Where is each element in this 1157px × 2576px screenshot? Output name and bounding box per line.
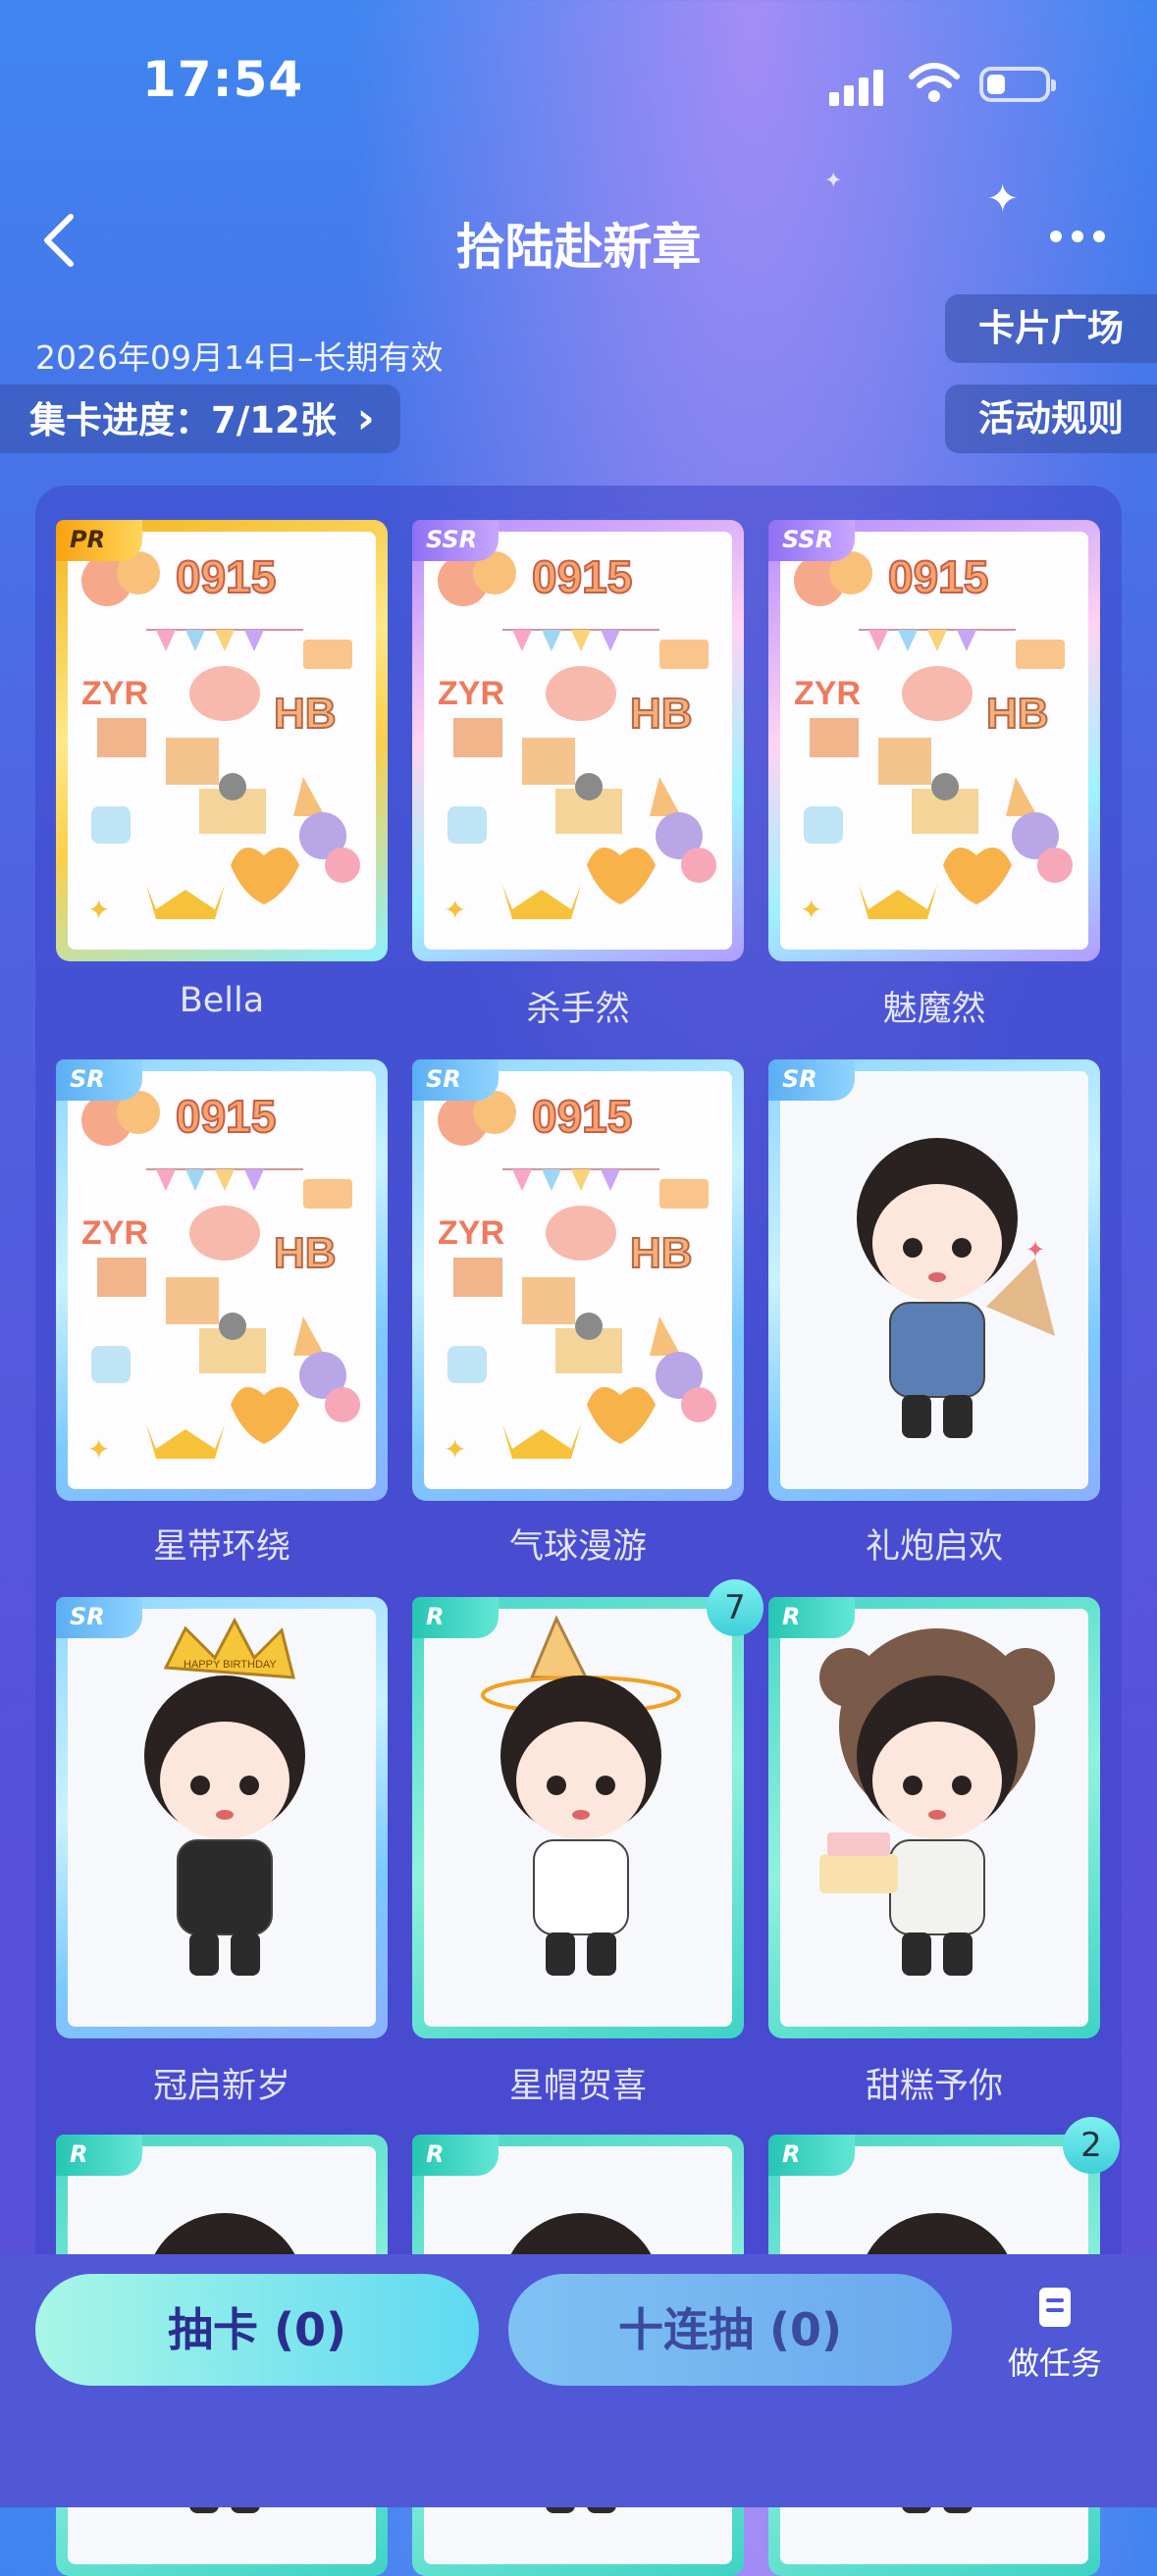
collection-card[interactable]: R	[768, 1597, 1100, 2038]
collection-progress-label: 集卡进度：7/12张	[29, 399, 337, 441]
clock: 17:54	[142, 51, 304, 108]
validity-date: 2026年09月14日–长期有效	[35, 338, 444, 377]
card-name: Bella	[179, 981, 265, 1020]
rarity-tag: SR	[412, 1059, 499, 1101]
rarity-tag: R	[768, 1597, 855, 1638]
sticker-artwork: 0915 ZYR HB ✦	[68, 1071, 376, 1489]
svg-text:ZYR: ZYR	[81, 675, 148, 712]
svg-text:HAPPY BIRTHDAY: HAPPY BIRTHDAY	[184, 1659, 277, 1671]
sticker-artwork: 0915 ZYR HB ✦	[424, 1071, 732, 1489]
svg-text:0915: 0915	[888, 551, 988, 602]
rarity-tag: SSR	[412, 520, 499, 561]
card-image: 0915 ZYR HB ✦	[780, 532, 1088, 950]
card-name: 气球漫游	[508, 1527, 647, 1567]
card-count-badge: 2	[1063, 2117, 1120, 2174]
card-name: 甜糕予你	[865, 2067, 1003, 2106]
chibi-character-art	[780, 1609, 1088, 2027]
card-name: 杀手然	[526, 990, 630, 1029]
card-name: 礼炮启欢	[865, 1527, 1003, 1567]
collection-progress-button[interactable]: 集卡进度：7/12张 ›	[0, 385, 400, 453]
svg-text:✦: ✦	[444, 894, 466, 926]
collection-card[interactable]: 0915 ZYR HB ✦ SR	[412, 1059, 744, 1501]
chibi-character-art: HAPPY BIRTHDAY	[68, 1609, 376, 2027]
svg-text:✦: ✦	[87, 894, 110, 926]
card-image	[424, 1609, 732, 2027]
collection-card[interactable]: 0915 ZYR HB ✦ SSR	[412, 520, 744, 961]
collection-card[interactable]: R	[412, 1597, 744, 2038]
sticker-artwork: 0915 ZYR HB ✦	[780, 532, 1088, 950]
svg-text:HB: HB	[274, 690, 337, 738]
sparkle-icon: ✦	[824, 169, 843, 193]
card-name: 星帽贺喜	[508, 2067, 647, 2106]
chevron-right-icon: ›	[356, 393, 375, 443]
collection-card[interactable]: 0915 ZYR HB ✦ PR	[56, 520, 388, 961]
svg-text:✦: ✦	[444, 1433, 466, 1466]
rarity-tag: SR	[56, 1597, 142, 1638]
card-plaza-button[interactable]: 卡片广场	[945, 294, 1157, 363]
card-name: 魅魔然	[882, 990, 986, 1029]
card-image: 0915 ZYR HB ✦	[68, 532, 376, 950]
card-image: ✦	[780, 1071, 1088, 1489]
rarity-tag: SR	[768, 1059, 855, 1101]
task-document-icon	[1039, 2288, 1071, 2327]
sticker-artwork: 0915 ZYR HB ✦	[68, 532, 376, 950]
svg-text:HB: HB	[630, 690, 693, 738]
svg-text:0915: 0915	[176, 551, 276, 602]
svg-text:✦: ✦	[1026, 1236, 1045, 1263]
status-bar: 17:54	[0, 0, 1157, 147]
chibi-character-art	[424, 1609, 732, 2027]
card-image	[780, 1609, 1088, 2027]
do-task-button[interactable]: 做任务	[991, 2286, 1119, 2384]
rarity-tag: R	[412, 1597, 499, 1638]
page-title: 拾陆赴新章	[455, 219, 702, 276]
collection-card[interactable]: HAPPY BIRTHDAY SR	[56, 1597, 388, 2038]
draw-ten-button[interactable]: 十连抽 (0)	[508, 2274, 952, 2386]
svg-text:0915: 0915	[532, 1091, 632, 1142]
activity-rules-button[interactable]: 活动规则	[945, 385, 1157, 453]
svg-text:ZYR: ZYR	[81, 1214, 148, 1252]
rarity-tag: SR	[56, 1059, 142, 1101]
card-image: HAPPY BIRTHDAY	[68, 1609, 376, 2027]
signal-icon	[829, 70, 883, 106]
svg-text:ZYR: ZYR	[794, 675, 861, 712]
svg-text:0915: 0915	[532, 551, 632, 602]
wifi-icon	[909, 63, 960, 102]
sticker-artwork: 0915 ZYR HB ✦	[424, 532, 732, 950]
collection-card[interactable]: 0915 ZYR HB ✦ SSR	[768, 520, 1100, 961]
collection-card[interactable]: 0915 ZYR HB ✦ SR	[56, 1059, 388, 1501]
card-image: 0915 ZYR HB ✦	[68, 1071, 376, 1489]
rarity-tag: PR	[56, 520, 142, 561]
rarity-tag: R	[412, 2135, 499, 2176]
svg-text:HB: HB	[986, 690, 1049, 738]
collection-card[interactable]: ✦ SR	[768, 1059, 1100, 1501]
do-task-label: 做任务	[1007, 2344, 1102, 2382]
rarity-tag: SSR	[768, 520, 855, 561]
svg-text:ZYR: ZYR	[438, 675, 504, 712]
svg-text:✦: ✦	[800, 894, 822, 926]
chibi-character-art: ✦	[780, 1071, 1088, 1489]
card-name: 冠启新岁	[152, 2067, 290, 2106]
svg-text:HB: HB	[630, 1229, 693, 1277]
battery-icon	[979, 67, 1056, 102]
svg-text:0915: 0915	[176, 1091, 276, 1142]
svg-text:HB: HB	[274, 1229, 337, 1277]
svg-text:ZYR: ZYR	[438, 1214, 504, 1252]
draw-one-button[interactable]: 抽卡 (0)	[35, 2274, 479, 2386]
rarity-tag: R	[56, 2135, 142, 2176]
card-image: 0915 ZYR HB ✦	[424, 1071, 732, 1489]
card-count-badge: 7	[707, 1579, 763, 1636]
svg-text:✦: ✦	[87, 1433, 110, 1466]
card-name: 星带环绕	[152, 1527, 290, 1567]
more-options-icon[interactable]	[1050, 222, 1119, 251]
card-image: 0915 ZYR HB ✦	[424, 532, 732, 950]
rarity-tag: R	[768, 2135, 855, 2176]
